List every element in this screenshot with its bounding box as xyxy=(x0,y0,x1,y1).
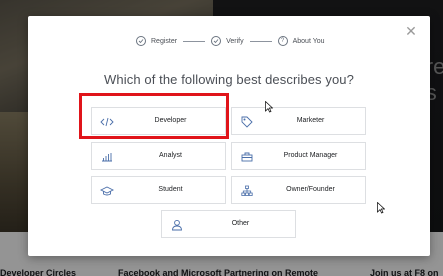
option-label: Other xyxy=(231,220,250,227)
option-product-manager[interactable]: Product Manager xyxy=(231,142,366,170)
step-verify: Verify xyxy=(211,36,244,46)
option-marketer[interactable]: Marketer xyxy=(231,107,366,135)
option-other[interactable]: Other xyxy=(161,210,296,238)
option-student[interactable]: Student xyxy=(91,176,226,204)
check-circle-icon xyxy=(211,36,222,46)
modal-title: Which of the following best describes yo… xyxy=(104,72,354,87)
option-analyst[interactable]: Analyst xyxy=(91,142,226,170)
option-owner-founder[interactable]: Owner/Founder xyxy=(231,176,366,204)
org-chart-icon xyxy=(240,184,254,198)
step-connector xyxy=(249,40,272,42)
step-register: Register xyxy=(136,36,177,46)
user-icon xyxy=(170,218,184,232)
option-developer[interactable]: Developer xyxy=(91,107,226,135)
step-about-you: ? About You xyxy=(277,36,325,46)
close-icon[interactable]: ✕ xyxy=(404,24,418,38)
option-label: Product Manager xyxy=(283,152,338,159)
mouse-cursor-icon xyxy=(377,202,385,214)
step-label: Register xyxy=(151,37,178,45)
question-circle-icon: ? xyxy=(277,36,288,46)
progress-steps: Register Verify ? About You xyxy=(136,34,325,48)
option-label: Developer xyxy=(154,117,187,124)
bar-chart-icon xyxy=(100,150,114,164)
check-circle-icon xyxy=(136,36,146,46)
mouse-cursor-icon xyxy=(265,101,273,113)
step-label: Verify xyxy=(226,37,244,45)
role-selection-modal: ✕ Register Verify ? About You Which of t… xyxy=(28,16,430,256)
step-label: About You xyxy=(292,37,325,45)
graduation-cap-icon xyxy=(100,184,114,198)
tag-icon xyxy=(240,115,254,129)
option-label: Student xyxy=(158,186,183,193)
step-connector xyxy=(183,40,206,42)
option-label: Owner/Founder xyxy=(286,186,335,193)
code-icon xyxy=(100,115,114,129)
option-label: Analyst xyxy=(159,152,182,159)
briefcase-icon xyxy=(240,150,254,164)
